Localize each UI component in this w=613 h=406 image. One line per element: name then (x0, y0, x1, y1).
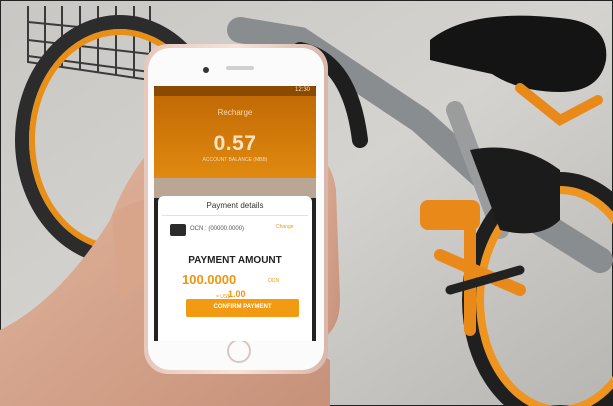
earpiece (226, 66, 254, 70)
usd-amount: 1.00 (228, 289, 246, 299)
info-strip (154, 178, 316, 198)
balance-value: 0.57 (213, 132, 257, 155)
change-link[interactable]: Change (276, 224, 294, 230)
status-bar: 12:30 (154, 86, 316, 96)
balance-label: ACCOUNT BALANCE (MBB) (202, 157, 268, 163)
confirm-payment-label: CONFIRM PAYMENT (213, 304, 272, 310)
status-time: 12:30 (294, 87, 310, 93)
balance-header: Recharge 0.57 ACCOUNT BALANCE (MBB) (154, 96, 316, 178)
payment-unit: OCN (268, 278, 280, 284)
payment-amount-value: 100.0000 (182, 272, 237, 287)
phone-screen: 12:30 Recharge 0.57 ACCOUNT BALANCE (MBB… (154, 86, 316, 341)
sheet-divider (162, 215, 308, 216)
front-camera (203, 67, 209, 73)
payment-sheet: Payment details OCN : (00000.0000) Chang… (158, 196, 312, 341)
payment-amount-label: PAYMENT AMOUNT (188, 255, 282, 266)
home-button (227, 339, 251, 363)
confirm-payment-button[interactable]: CONFIRM PAYMENT (186, 299, 299, 317)
ocn-balance-line: OCN : (00000.0000) (190, 226, 245, 232)
payment-details-title: Payment details (206, 201, 264, 210)
screen-title: Recharge (217, 108, 253, 117)
ocn-token-icon (170, 224, 186, 236)
